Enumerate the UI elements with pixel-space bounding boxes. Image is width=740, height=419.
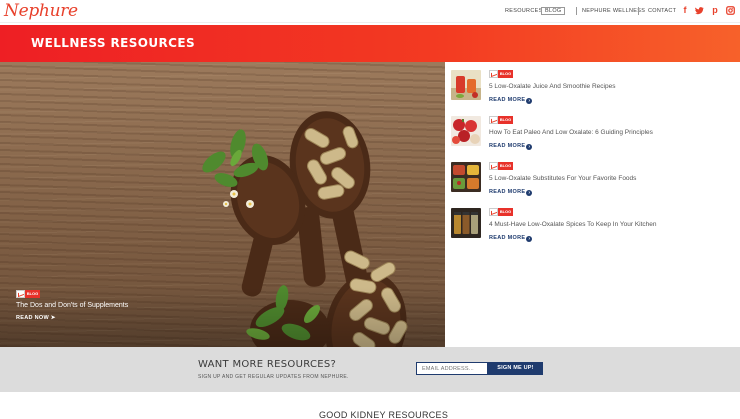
nav-nephure-wellness[interactable]: NEPHURE WELLNESS [582,8,645,14]
newsletter-section: WANT MORE RESOURCES? SIGN UP AND GET REG… [0,347,740,392]
newsletter-title: WANT MORE RESOURCES? [198,359,337,370]
arrow-right-icon: › [526,98,533,104]
page-title: WELLNESS RESOURCES [31,36,196,50]
article-title[interactable]: 5 Low-Oxalate Substitutes For Your Favor… [489,175,636,182]
nav-blog[interactable]: BLOG [541,7,566,15]
list-item[interactable]: BLOG 4 Must-Have Low-Oxalate Spices To K… [451,204,736,244]
article-title[interactable]: 5 Low-Oxalate Juice And Smoothie Recipes [489,83,615,90]
article-thumbnail[interactable] [451,208,481,238]
blog-badge: BLOG [489,70,513,78]
sign-up-button[interactable]: SIGN ME UP! [488,362,543,375]
read-more-link[interactable]: READ MORE › [489,97,533,104]
article-title[interactable]: 4 Must-Have Low-Oxalate Spices To Keep I… [489,221,657,228]
bottom-section: GOOD KIDNEY RESOURCES [0,392,740,419]
featured-blog-badge: BLOG [16,290,40,298]
chart-icon [489,162,498,170]
read-more-link[interactable]: READ MORE › [489,235,533,242]
blog-badge: BLOG [489,208,513,216]
blog-badge: BLOG [489,116,513,124]
section-heading: GOOD KIDNEY RESOURCES [319,410,449,419]
twitter-icon[interactable] [695,6,704,15]
blog-badge: BLOG [489,162,513,170]
chart-icon [489,70,498,78]
read-more-link[interactable]: READ MORE › [489,189,533,196]
list-item[interactable]: BLOG How To Eat Paleo And Low Oxalate: 6… [451,112,736,152]
list-item[interactable]: BLOG 5 Low-Oxalate Substitutes For Your … [451,158,736,198]
article-list: BLOG 5 Low-Oxalate Juice And Smoothie Re… [445,62,740,347]
top-bar: Nephure RESOURCES BLOG NEPHURE WELLNESS … [0,0,740,23]
nav-contact[interactable]: CONTACT [648,8,676,14]
newsletter-subtitle: SIGN UP AND GET REGULAR UPDATES FROM NEP… [198,374,349,380]
arrow-right-icon: › [526,236,533,242]
pinterest-icon[interactable]: p [711,6,719,15]
chart-icon [16,290,25,298]
featured-article[interactable]: BLOG The Dos and Don'ts of Supplements R… [0,62,445,347]
featured-caption-overlay [0,287,445,347]
logo[interactable]: Nephure [4,1,78,21]
article-thumbnail[interactable] [451,116,481,146]
email-field[interactable] [416,362,488,375]
featured-read-now[interactable]: READ NOW ➤ [16,315,56,321]
nav-resources[interactable]: RESOURCES [505,8,543,14]
article-thumbnail[interactable] [451,70,481,100]
arrow-right-icon: ➤ [50,315,56,321]
nav-divider [576,7,577,15]
facebook-icon[interactable]: f [681,6,689,15]
read-more-link[interactable]: READ MORE › [489,143,533,150]
arrow-right-icon: › [526,190,533,196]
chart-icon [489,116,498,124]
featured-title[interactable]: The Dos and Don'ts of Supplements [16,302,128,309]
nav-divider [638,7,639,15]
section-banner: WELLNESS RESOURCES [0,25,740,62]
list-item[interactable]: BLOG 5 Low-Oxalate Juice And Smoothie Re… [451,66,736,106]
article-thumbnail[interactable] [451,162,481,192]
article-title[interactable]: How To Eat Paleo And Low Oxalate: 6 Guid… [489,129,653,136]
instagram-icon[interactable] [726,6,735,15]
arrow-right-icon: › [526,144,533,150]
chart-icon [489,208,498,216]
